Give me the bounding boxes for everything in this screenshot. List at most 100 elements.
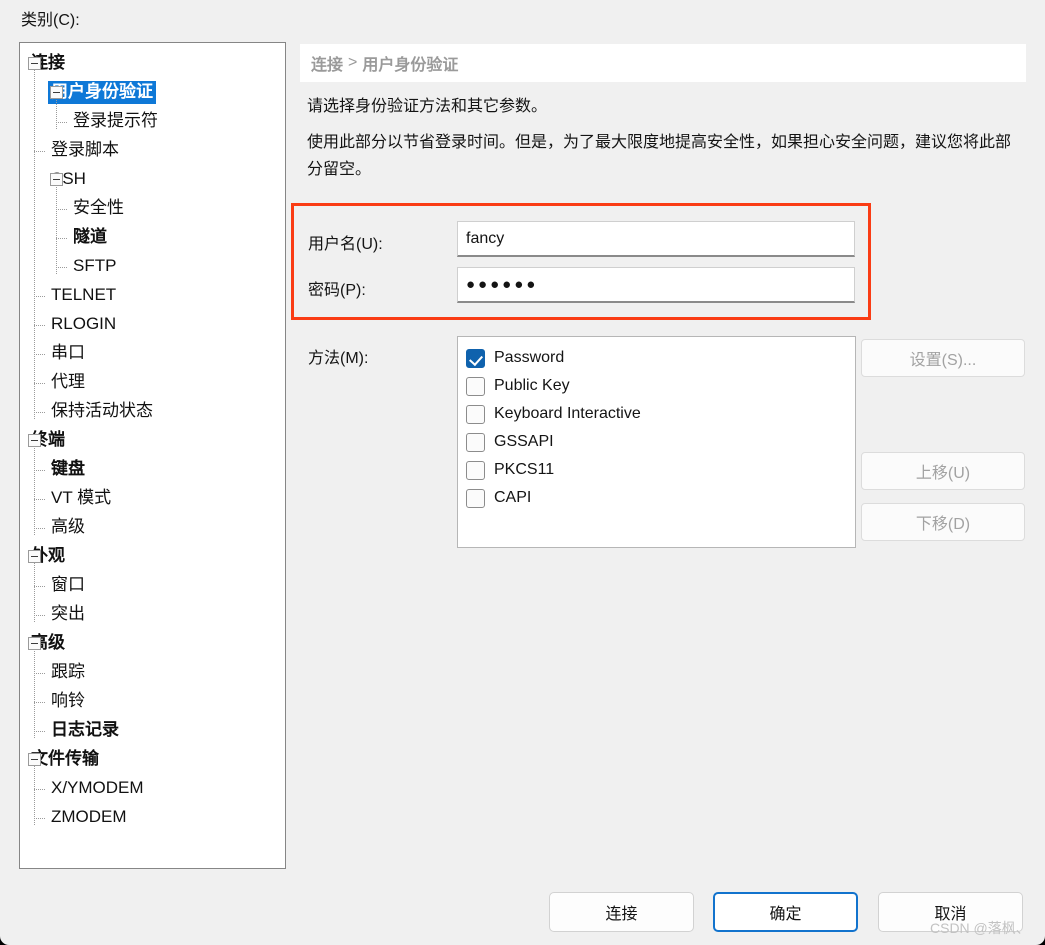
tree-item-label: 键盘 (51, 459, 85, 478)
breadcrumb: 连接 > 用户身份验证 (300, 44, 1026, 82)
method-row[interactable]: PKCS11 (466, 456, 855, 484)
tree-item[interactable]: 终端 (20, 426, 285, 455)
settings-button[interactable]: 设置(S)... (861, 339, 1025, 377)
checkbox-unchecked-icon[interactable] (466, 432, 485, 452)
checkbox-unchecked-icon[interactable] (466, 404, 485, 424)
move-up-button[interactable]: 上移(U) (861, 452, 1025, 490)
tree-item-label: X/YMODEM (51, 778, 144, 797)
tree-guide-line (34, 411, 45, 413)
password-label: 密码(P): (308, 282, 366, 299)
tree-item[interactable]: 高级 (20, 513, 285, 542)
tree-guide-line (56, 121, 67, 123)
tree-guide-line (34, 353, 45, 355)
methods-list[interactable]: Password Public Key Keyboard Interactive GS… (457, 336, 856, 548)
tree-item[interactable]: SSH (20, 165, 285, 194)
tree-guide-line (56, 266, 67, 268)
connect-button[interactable]: 连接 (549, 892, 694, 932)
tree-guide-line (56, 208, 67, 210)
tree-item[interactable]: 外观 (20, 542, 285, 571)
watermark: CSDN @落枫、 (930, 920, 1030, 936)
tree-item[interactable]: TELNET (20, 281, 285, 310)
tree-item-label: 保持活动状态 (51, 401, 153, 420)
tree-item[interactable]: 键盘 (20, 455, 285, 484)
tree-guide-line (56, 185, 57, 274)
tree-guide-line (34, 527, 45, 529)
tree-item-label: 安全性 (73, 198, 124, 217)
tree-item[interactable]: 跟踪 (20, 658, 285, 687)
tree-item-label: ZMODEM (51, 807, 127, 826)
tree-item[interactable]: 连接 (20, 49, 285, 78)
tree-guide-line (34, 585, 45, 587)
username-label: 用户名(U): (308, 236, 383, 253)
tree-guide-line (34, 295, 45, 297)
method-row[interactable]: Public Key (466, 372, 855, 400)
checkbox-unchecked-icon[interactable] (466, 460, 485, 480)
tree-item[interactable]: 文件传输 (20, 745, 285, 774)
tree-guide-line (34, 382, 45, 384)
tree-item-label: RLOGIN (51, 314, 117, 333)
tree-item[interactable]: 高级 (20, 629, 285, 658)
method-row[interactable]: CAPI (466, 484, 855, 512)
method-label: CAPI (494, 489, 532, 506)
tree-item[interactable]: 代理 (20, 368, 285, 397)
tree-guide-line (34, 446, 35, 535)
method-label: Public Key (494, 377, 570, 394)
tree-item[interactable]: 响铃 (20, 687, 285, 716)
move-down-button[interactable]: 下移(D) (861, 503, 1025, 541)
tree-guide-line (34, 788, 45, 790)
tree-guide-line (34, 649, 35, 738)
tree-item[interactable]: RLOGIN (20, 310, 285, 339)
tree-item[interactable]: 用户身份验证 (20, 78, 285, 107)
breadcrumb-separator-icon: > (348, 54, 358, 71)
tree-item[interactable]: 串口 (20, 339, 285, 368)
checkbox-checked-icon[interactable] (466, 348, 485, 368)
tree-item-label: 跟踪 (51, 662, 85, 681)
tree-item-label: 日志记录 (51, 720, 119, 739)
tree-guide-line (34, 324, 45, 326)
description-line-1: 请选择身份验证方法和其它参数。 (307, 98, 548, 115)
tree-guide-line (34, 150, 45, 152)
tree-guide-line (34, 562, 35, 622)
tree-guide-line (34, 498, 45, 500)
tree-item-label: 响铃 (51, 691, 85, 710)
tree-item[interactable]: X/YMODEM (20, 774, 285, 803)
tree-item-label: 登录提示符 (73, 111, 158, 130)
tree-item[interactable]: 窗口 (20, 571, 285, 600)
breadcrumb-current: 用户身份验证 (362, 57, 459, 74)
tree-item-label: 窗口 (51, 575, 85, 594)
tree-guide-line (56, 237, 67, 239)
session-options-dialog: 类别(C): 连接 用户身份验证 登录提示符 登录脚本 SSH 安全性 隧道 SFTP TELN… (0, 0, 1045, 945)
tree-guide-line (34, 69, 35, 419)
checkbox-unchecked-icon[interactable] (466, 376, 485, 396)
method-row[interactable]: Password (466, 344, 855, 372)
password-input[interactable]: ●●●●●● (457, 267, 855, 303)
category-tree-panel[interactable]: 连接 用户身份验证 登录提示符 登录脚本 SSH 安全性 隧道 SFTP TELNET RLOGI… (19, 42, 286, 869)
method-row[interactable]: Keyboard Interactive (466, 400, 855, 428)
tree-item-label: SFTP (73, 256, 117, 275)
tree-guide-line (34, 469, 45, 471)
method-label: GSSAPI (494, 433, 554, 450)
tree-item[interactable]: 登录脚本 (20, 136, 285, 165)
tree-item-label: 用户身份验证 (48, 81, 156, 104)
tree-item[interactable]: 突出 (20, 600, 285, 629)
category-tree[interactable]: 连接 用户身份验证 登录提示符 登录脚本 SSH 安全性 隧道 SFTP TELNET RLOGI… (20, 43, 285, 868)
tree-item[interactable]: 保持活动状态 (20, 397, 285, 426)
tree-item-label: TELNET (51, 285, 117, 304)
tree-item[interactable]: VT 模式 (20, 484, 285, 513)
description-line-2: 使用此部分以节省登录时间。但是，为了最大限度地提高安全性，如果担心安全问题，建议… (307, 134, 1012, 178)
tree-guide-line (34, 730, 45, 732)
tree-item-label: 串口 (51, 343, 85, 362)
tree-guide-line (34, 817, 45, 819)
method-row[interactable]: GSSAPI (466, 428, 855, 456)
category-label: 类别(C): (21, 12, 80, 29)
tree-item-label: 代理 (51, 372, 85, 391)
tree-item-label: VT 模式 (51, 488, 112, 507)
ok-button[interactable]: 确定 (713, 892, 858, 932)
method-label: Password (494, 349, 565, 366)
tree-item[interactable]: 日志记录 (20, 716, 285, 745)
methods-label: 方法(M): (308, 350, 369, 367)
username-input[interactable]: fancy (457, 221, 855, 257)
checkbox-unchecked-icon[interactable] (466, 488, 485, 508)
tree-item[interactable]: ZMODEM (20, 803, 285, 832)
tree-guide-line (34, 701, 45, 703)
